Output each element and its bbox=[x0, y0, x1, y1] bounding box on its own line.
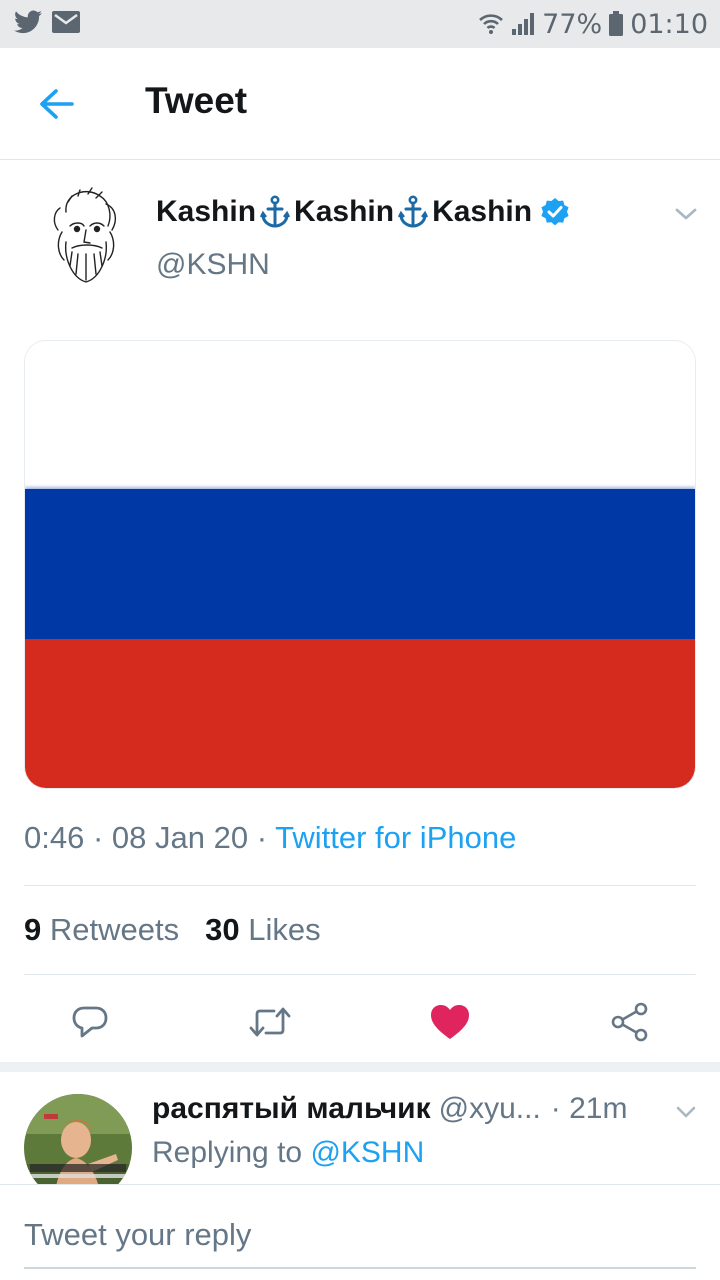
replying-to-mention[interactable]: @KSHN bbox=[310, 1136, 424, 1169]
flag-stripe-red bbox=[25, 639, 695, 788]
flag-stripe-white bbox=[25, 341, 695, 489]
author-handle[interactable]: @KSHN bbox=[156, 248, 270, 282]
battery-percent: 77% bbox=[542, 8, 603, 40]
arrow-left-icon bbox=[40, 89, 74, 119]
retweets-count: 9 bbox=[24, 912, 42, 947]
flag-stripe-blue bbox=[25, 489, 695, 639]
meta-dot: · bbox=[92, 820, 104, 855]
avatar[interactable] bbox=[36, 182, 132, 290]
divider bbox=[24, 885, 696, 886]
likes-stat[interactable]: 30 Likes bbox=[205, 912, 320, 948]
reply-button[interactable] bbox=[68, 1000, 112, 1044]
status-bar: 77% 01:10 bbox=[0, 0, 720, 48]
tweet-meta: 0:46 · 08 Jan 20 · Twitter for iPhone bbox=[24, 820, 516, 856]
tweet-media[interactable] bbox=[24, 340, 696, 789]
compose-bar bbox=[0, 1184, 720, 1280]
reply-input[interactable] bbox=[24, 1213, 696, 1269]
reply-header: распятый мальчик @xyu... · 21m bbox=[152, 1092, 627, 1126]
meta-dot: · bbox=[256, 820, 268, 855]
status-right: 77% 01:10 bbox=[478, 9, 708, 40]
tweet-menu-button[interactable] bbox=[672, 202, 700, 226]
like-icon bbox=[431, 1005, 469, 1039]
author-name-part: Kashin bbox=[156, 195, 257, 228]
clock: 01:10 bbox=[630, 8, 708, 40]
author-name[interactable]: Kashin Kashin Kashin bbox=[156, 194, 570, 230]
page-title: Tweet bbox=[145, 80, 248, 121]
status-left bbox=[14, 9, 80, 39]
reply-tweet[interactable]: распятый мальчик @xyu... · 21m Replying … bbox=[0, 1072, 720, 1184]
retweet-button[interactable] bbox=[248, 1000, 292, 1044]
share-icon bbox=[611, 1002, 648, 1042]
likes-count: 30 bbox=[205, 912, 240, 947]
back-button[interactable] bbox=[36, 86, 76, 122]
wifi-icon bbox=[478, 11, 504, 37]
like-button[interactable] bbox=[428, 1000, 472, 1044]
tweet-author: Kashin Kashin Kashin @KSHN bbox=[0, 160, 720, 330]
reply-menu-button[interactable] bbox=[674, 1102, 698, 1122]
author-name-part: Kashin bbox=[432, 195, 533, 228]
verified-badge-icon bbox=[540, 197, 570, 227]
tweet-source-link[interactable]: Twitter for iPhone bbox=[275, 820, 516, 855]
anchor-icon bbox=[395, 194, 431, 230]
reply-author-handle[interactable]: @xyu... bbox=[439, 1092, 541, 1126]
tweet-actions bbox=[0, 990, 720, 1060]
retweets-label: Retweets bbox=[49, 912, 180, 947]
signal-icon bbox=[510, 11, 536, 37]
reply-avatar[interactable] bbox=[24, 1094, 132, 1184]
twitter-icon bbox=[14, 9, 42, 39]
retweets-stat[interactable]: 9 Retweets bbox=[24, 912, 179, 948]
share-button[interactable] bbox=[608, 1000, 652, 1044]
divider bbox=[24, 974, 696, 975]
author-name-part: Kashin bbox=[294, 195, 395, 228]
app-header: Tweet bbox=[0, 48, 720, 160]
retweet-icon bbox=[249, 1007, 291, 1037]
replying-to: Replying to @KSHN bbox=[152, 1136, 424, 1170]
replying-to-label: Replying to bbox=[152, 1136, 303, 1169]
chevron-down-icon bbox=[675, 208, 697, 220]
mail-icon bbox=[52, 10, 80, 38]
section-separator bbox=[0, 1062, 720, 1072]
likes-label: Likes bbox=[248, 912, 321, 947]
tweet-stats: 9 Retweets 30 Likes bbox=[24, 912, 321, 948]
tweet-time: 0:46 bbox=[24, 820, 85, 855]
battery-icon bbox=[608, 11, 624, 37]
reply-author-name[interactable]: распятый мальчик bbox=[152, 1092, 431, 1126]
reply-icon bbox=[72, 1006, 108, 1038]
chevron-down-icon bbox=[676, 1106, 696, 1118]
tweet-date: 08 Jan 20 bbox=[111, 820, 249, 855]
reply-time: · 21m bbox=[550, 1092, 628, 1125]
anchor-icon bbox=[257, 194, 293, 230]
